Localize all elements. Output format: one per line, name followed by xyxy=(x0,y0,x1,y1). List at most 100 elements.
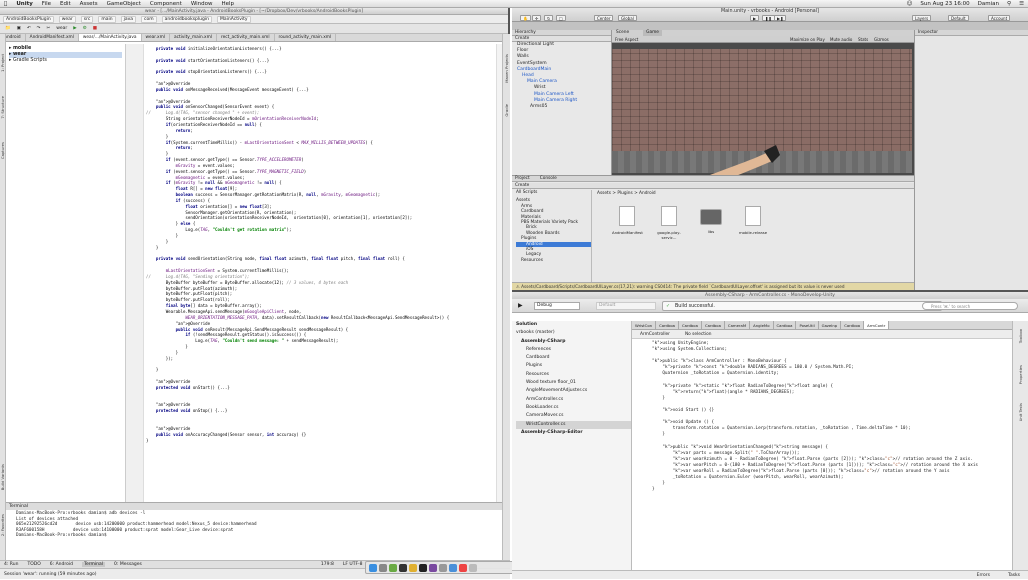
terminal-icon[interactable] xyxy=(419,563,427,572)
solution-item[interactable]: Resources xyxy=(516,371,631,379)
account-dropdown[interactable]: Account xyxy=(988,15,1011,21)
asset-item[interactable]: AndroidManifest xyxy=(612,206,643,235)
tab-project[interactable]: Project xyxy=(515,176,530,181)
breadcrumb-item[interactable]: src xyxy=(80,15,94,23)
config-dropdown[interactable]: Debug xyxy=(534,302,580,310)
run-icon[interactable]: ▶ xyxy=(73,26,76,31)
solution-item[interactable]: CameraMover.cs xyxy=(516,412,631,420)
asset-item[interactable]: libs xyxy=(696,206,726,234)
breadcrumb-item[interactable]: androidbooksplugin xyxy=(161,15,212,23)
layers-dropdown[interactable]: Layers xyxy=(912,15,932,21)
tab-mainactivity[interactable]: wear/.../MainActivity.java xyxy=(78,34,142,41)
tab-wear-xml[interactable]: wear.xml xyxy=(142,34,170,41)
module-selector[interactable]: wear xyxy=(56,26,67,31)
user-name[interactable]: Damian xyxy=(978,1,999,7)
run-icon[interactable]: ▶ xyxy=(518,302,523,309)
tab-file[interactable]: PoseUtil xyxy=(796,321,819,329)
member-nav[interactable]: No selection xyxy=(685,330,712,338)
tab-todo[interactable]: TODO xyxy=(27,562,40,567)
breadcrumb-item[interactable]: MainActivity xyxy=(216,15,251,23)
solution-item[interactable]: Assembly-CSharp xyxy=(516,338,631,346)
unity-icon[interactable] xyxy=(399,563,407,572)
menu-window[interactable]: Window xyxy=(191,1,213,7)
game-render[interactable] xyxy=(612,43,914,185)
unity-console-bar[interactable]: ⚠ Assets/Cardboard/Scripts/CardboardUILa… xyxy=(512,282,914,290)
tab-terminal[interactable]: Terminal xyxy=(81,562,106,567)
pivot-center-button[interactable]: Center xyxy=(594,15,614,21)
target-dropdown[interactable]: Default xyxy=(596,302,656,310)
clock[interactable]: Sun Aug 23 16:00 xyxy=(920,1,969,7)
mail-icon[interactable] xyxy=(449,563,457,572)
stats-toggle[interactable]: Stats xyxy=(858,36,868,43)
step-button[interactable]: ▶❚ xyxy=(774,15,787,21)
inspector-tab[interactable]: Inspector xyxy=(915,30,1028,36)
search-input[interactable]: Press '⌘.' to search xyxy=(922,302,1018,310)
breadcrumb-item[interactable]: AndroidBooksPlugin xyxy=(3,15,54,23)
rotate-tool-icon[interactable]: ↻ xyxy=(544,15,554,21)
tab-file[interactable]: AngleMo xyxy=(750,321,774,329)
aspect-dropdown[interactable]: Free Aspect xyxy=(615,37,638,42)
tree-item[interactable]: ▸ Gradle Scripts xyxy=(9,58,122,64)
tool-maven[interactable]: Maven Projects xyxy=(504,54,510,83)
solution-item[interactable]: ArmController.cs xyxy=(516,396,631,404)
layout-dropdown[interactable]: Default xyxy=(948,15,969,21)
java-code[interactable]: private void initializeOrientationListen… xyxy=(146,46,449,443)
mute-toggle[interactable]: Mute audio xyxy=(830,36,852,43)
code-editor[interactable]: private void initializeOrientationListen… xyxy=(126,44,502,502)
tab-activity-main[interactable]: activity_main.xml xyxy=(170,34,217,41)
class-nav[interactable]: ArmController xyxy=(640,330,670,338)
solution-item[interactable]: Assembly-CSharp-Editor xyxy=(516,429,631,437)
favorites-item[interactable]: All Scripts xyxy=(516,190,591,195)
launchpad-icon[interactable] xyxy=(379,563,387,572)
play-button[interactable]: ▶ xyxy=(750,15,760,21)
debug-icon[interactable]: ⚙ xyxy=(83,26,87,31)
asset-item[interactable]: mobile-release xyxy=(738,206,768,235)
breadcrumb-item[interactable]: wear xyxy=(58,15,76,23)
solution-item[interactable]: Plugins xyxy=(516,362,631,370)
redo-icon[interactable]: ↷ xyxy=(37,26,41,31)
menu-gameobject[interactable]: GameObject xyxy=(107,1,141,7)
tool-unit-tests[interactable]: Unit Tests xyxy=(1018,403,1024,421)
trash-icon[interactable] xyxy=(469,563,477,572)
asset-item[interactable]: google-play-servic... xyxy=(654,206,684,240)
tab-file[interactable]: GazeInp xyxy=(819,321,842,329)
solution-item[interactable]: WristController.cs xyxy=(516,420,631,429)
file-encoding[interactable]: LF UTF-8 xyxy=(343,562,363,567)
save-icon[interactable]: ▣ xyxy=(17,26,21,31)
tab-messages[interactable]: 0: Messages xyxy=(114,562,142,567)
tab-manifest[interactable]: AndroidManifest.xml xyxy=(26,34,79,41)
solution-item[interactable]: vrbooks (master) xyxy=(516,329,631,337)
game-view[interactable]: Free Aspect Maximize on Play Mute audio … xyxy=(612,36,914,185)
tab-file[interactable]: WristCon xyxy=(632,321,657,329)
gizmos-toggle[interactable]: Gizmos xyxy=(874,36,889,43)
android-studio-icon[interactable] xyxy=(389,563,397,572)
tab-file[interactable]: Cardboa xyxy=(679,321,702,329)
tool-toolbox[interactable]: Toolbox xyxy=(1018,329,1024,343)
tab-file[interactable]: Cardboa xyxy=(774,321,797,329)
apple-icon[interactable]:  xyxy=(4,1,7,7)
cut-icon[interactable]: ✂ xyxy=(46,26,50,31)
global-button[interactable]: Global xyxy=(618,15,637,21)
hierarchy-item[interactable]: Arms05 xyxy=(512,104,611,110)
tab-console[interactable]: Console xyxy=(540,176,557,181)
solution-item[interactable]: AngleMovementAdjuster.cs xyxy=(516,387,631,395)
tab-round-activity[interactable]: round_activity_main.xml xyxy=(275,34,337,41)
tab-file[interactable]: Cardboa xyxy=(702,321,725,329)
settings-icon[interactable] xyxy=(439,563,447,572)
monodevelop-icon[interactable] xyxy=(429,563,437,572)
menu-assets[interactable]: Assets xyxy=(80,1,98,7)
undo-icon[interactable]: ↶ xyxy=(27,26,31,31)
hand-tool-icon[interactable]: ✋ xyxy=(520,15,531,21)
csharp-code[interactable]: "k">using UnityEngine; "k">using System.… xyxy=(632,340,1012,570)
finder-icon[interactable] xyxy=(369,563,377,572)
menu-edit[interactable]: Edit xyxy=(60,1,71,7)
solution-item[interactable]: Wood texture floor_01 xyxy=(516,379,631,387)
scale-tool-icon[interactable]: □ xyxy=(556,15,566,21)
pause-button[interactable]: ❚❚ xyxy=(762,15,775,21)
chrome-icon[interactable] xyxy=(409,563,417,572)
tool-gradle[interactable]: Gradle xyxy=(504,104,510,117)
search-icon[interactable]: ⚲ xyxy=(1007,1,1011,7)
tab-run[interactable]: 4: Run xyxy=(4,562,18,567)
wifi-icon[interactable]: ☺ xyxy=(907,1,913,7)
tab-file[interactable]: Cardboa xyxy=(656,321,680,329)
